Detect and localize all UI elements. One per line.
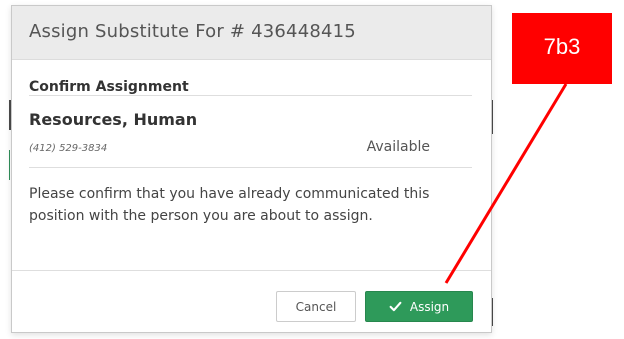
confirm-assignment-heading: Confirm Assignment bbox=[29, 79, 189, 95]
cancel-button[interactable]: Cancel bbox=[276, 291, 356, 322]
divider bbox=[29, 167, 472, 168]
modal-header: Assign Substitute For # 436448415 bbox=[12, 6, 491, 60]
availability-status: Available bbox=[366, 139, 430, 155]
annotation-badge: 7b3 bbox=[512, 13, 612, 84]
modal-body: Confirm Assignment Resources, Human (412… bbox=[12, 60, 491, 227]
divider bbox=[29, 95, 472, 96]
modal-footer: Cancel Assign bbox=[12, 270, 491, 332]
confirmation-message: Please confirm that you have already com… bbox=[29, 186, 430, 224]
check-icon bbox=[389, 301, 402, 312]
screenshot-stage: Assign Substitute For # 436448415 Confir… bbox=[0, 0, 624, 339]
assign-button[interactable]: Assign bbox=[365, 291, 473, 322]
person-details-row: (412) 529-3834 Available bbox=[29, 139, 430, 163]
person-phone: (412) 529-3834 bbox=[29, 143, 108, 154]
cancel-button-label: Cancel bbox=[295, 299, 337, 314]
annotation-label: 7b3 bbox=[543, 33, 581, 59]
person-name: Resources, Human bbox=[29, 110, 198, 129]
assign-substitute-modal: Assign Substitute For # 436448415 Confir… bbox=[11, 5, 492, 333]
background-edge-left-lower bbox=[9, 150, 10, 180]
modal-title: Assign Substitute For # 436448415 bbox=[29, 21, 356, 42]
assign-button-label: Assign bbox=[409, 299, 450, 314]
